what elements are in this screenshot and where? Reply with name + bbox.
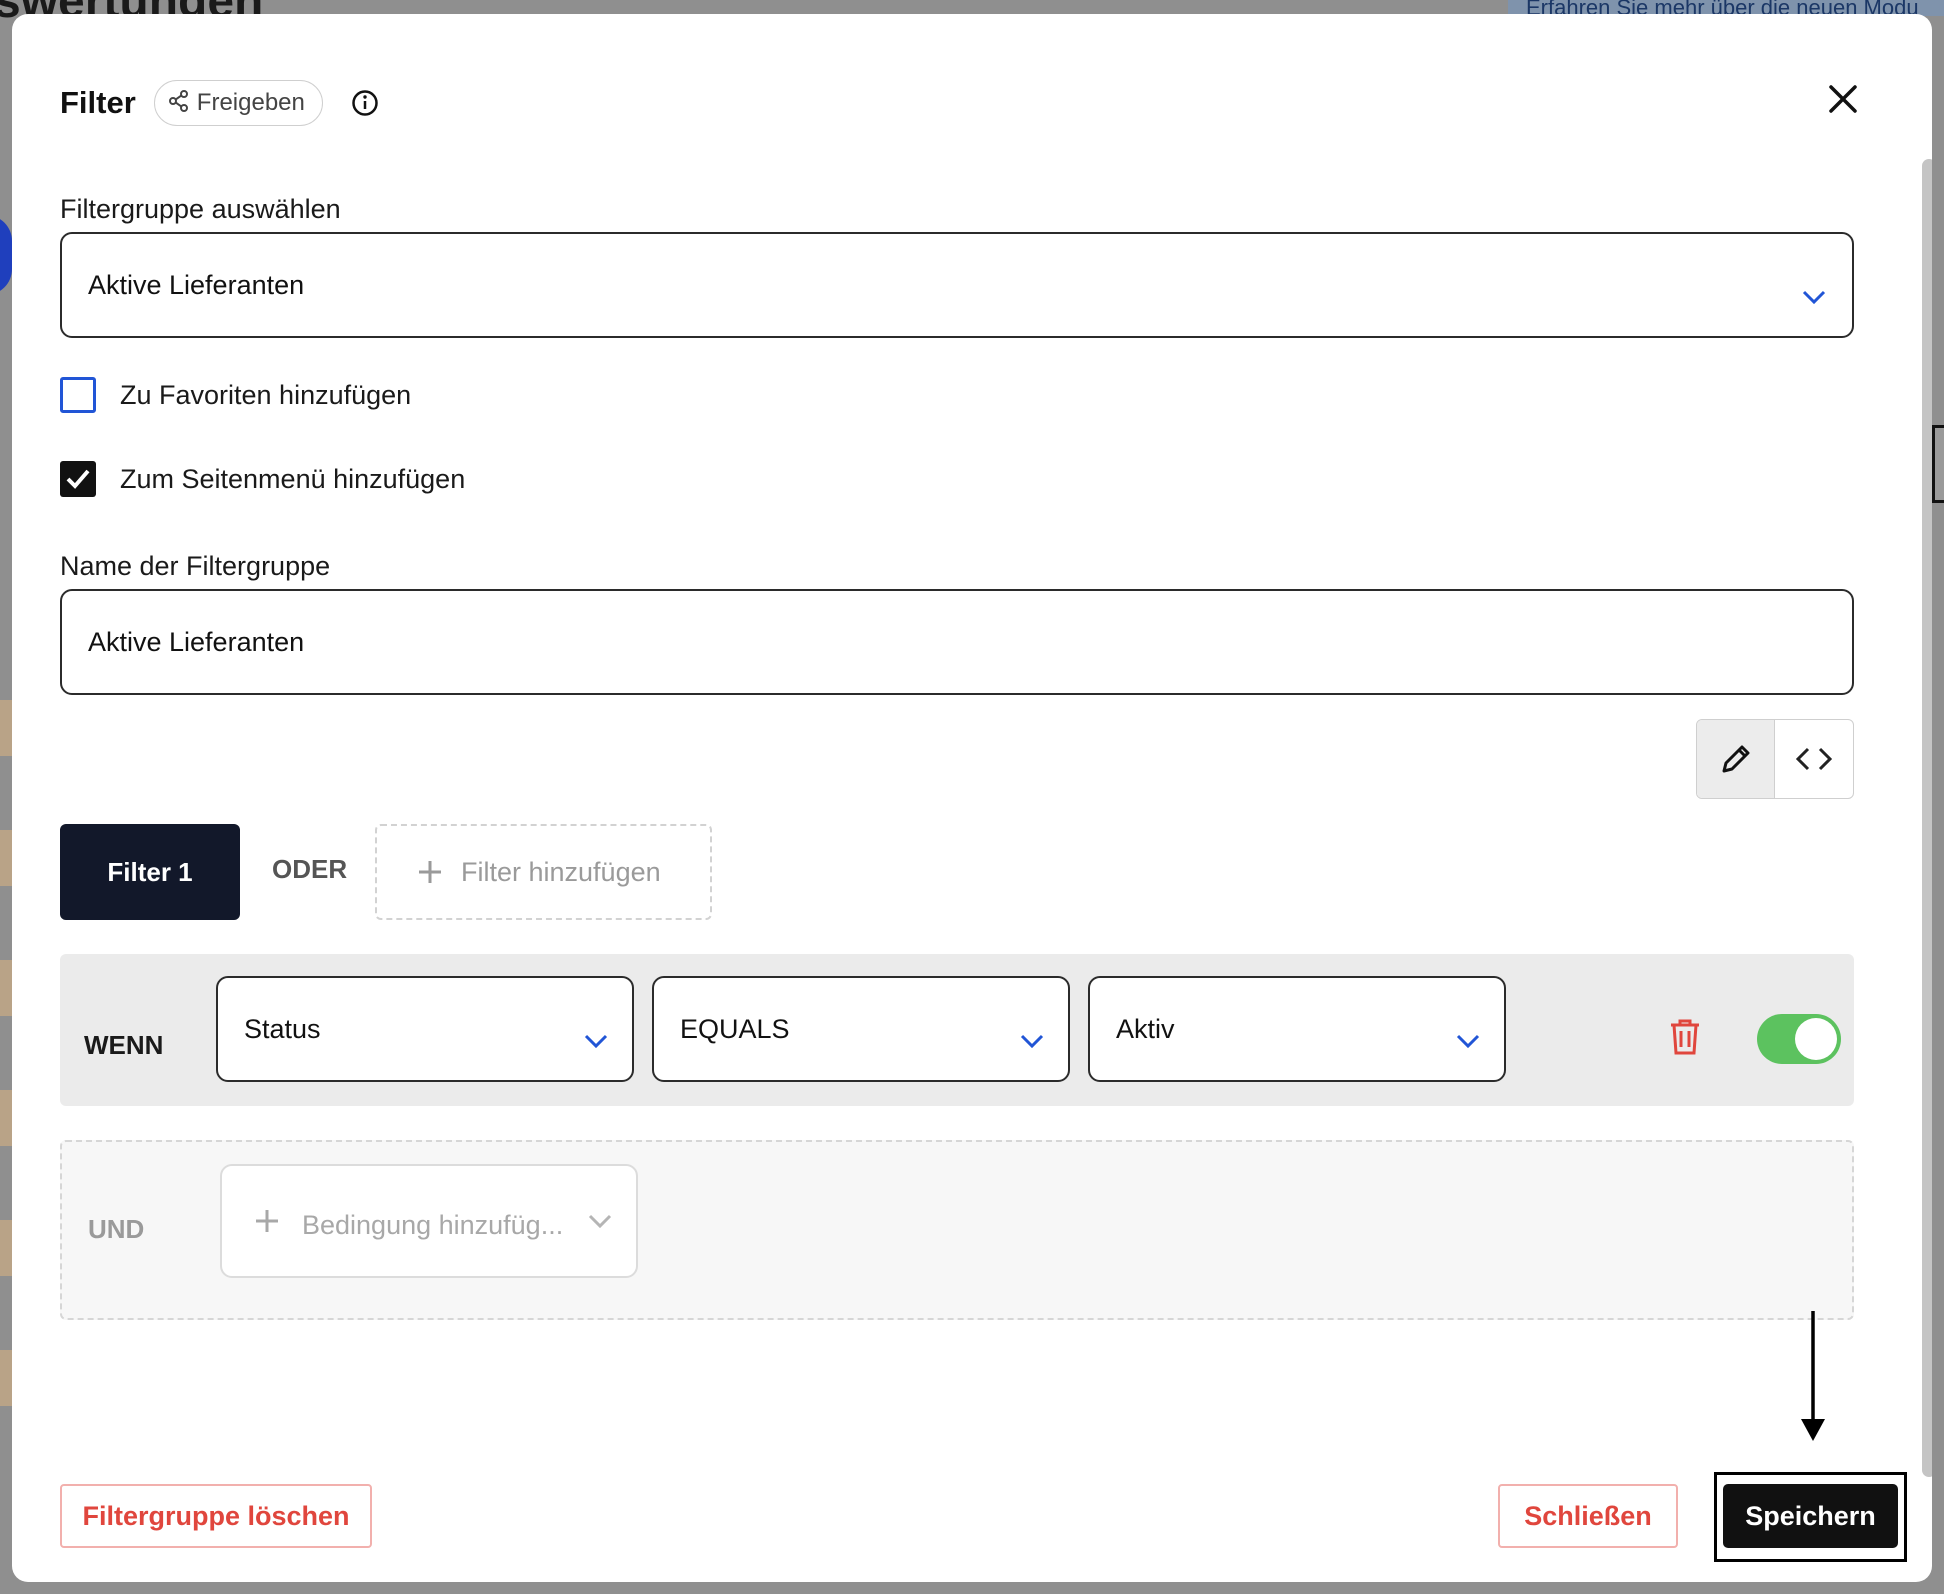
add-condition-select[interactable]: Bedingung hinzufüg... (220, 1164, 638, 1278)
filtergroup-name-label: Name der Filtergruppe (60, 551, 331, 581)
background-row-tag (0, 830, 12, 886)
close-button[interactable]: Schließen (1498, 1484, 1678, 1548)
sidemenu-checkbox-label: Zum Seitenmenü hinzufügen (120, 463, 466, 494)
add-filter-button[interactable]: Filter hinzufügen (375, 824, 712, 920)
chevron-down-icon (1802, 280, 1826, 311)
condition-operator-value: EQUALS (680, 1013, 790, 1044)
chevron-down-icon (1020, 1024, 1044, 1055)
or-separator: ODER (272, 854, 348, 884)
condition-keyword: WENN (84, 1030, 164, 1060)
condition-value-value: Aktiv (1116, 1013, 1175, 1044)
background-avatar (0, 215, 12, 295)
editor-mode-toggle (1696, 719, 1854, 799)
filter-dialog: Filter Freigeben Filtergruppe auswählen … (12, 14, 1932, 1582)
share-icon (168, 89, 189, 117)
condition-operator-select[interactable]: EQUALS (652, 976, 1070, 1082)
sidemenu-checkbox-row[interactable]: Zum Seitenmenü hinzufügen (60, 461, 465, 497)
condition-field-value: Status (244, 1013, 321, 1044)
dialog-header: Filter Freigeben (60, 78, 379, 128)
favorites-checkbox-label: Zu Favoriten hinzufügen (120, 379, 412, 410)
filtergroup-name-input[interactable]: Aktive Lieferanten (60, 589, 1854, 695)
plus-icon (419, 861, 441, 883)
background-row-tag (0, 1220, 12, 1276)
pencil-icon (1722, 745, 1749, 773)
condition-value-select[interactable]: Aktiv (1088, 976, 1506, 1082)
plus-icon (254, 1208, 280, 1239)
condition-field-select[interactable]: Status (216, 976, 634, 1082)
filtergroup-select-label: Filtergruppe auswählen (60, 194, 341, 224)
toggle-knob (1795, 1018, 1837, 1060)
save-button[interactable]: Speichern (1723, 1484, 1898, 1548)
favorites-checkbox-row[interactable]: Zu Favoriten hinzufügen (60, 377, 411, 413)
filtergroup-select-value: Aktive Lieferanten (88, 269, 305, 300)
share-button-label: Freigeben (196, 89, 305, 116)
condition-enabled-toggle[interactable] (1757, 1014, 1841, 1064)
sidemenu-checkbox[interactable] (60, 461, 96, 497)
tab-filter-1[interactable]: Filter 1 (60, 824, 240, 920)
add-filter-label: Filter hinzufügen (461, 856, 661, 887)
share-button[interactable]: Freigeben (153, 80, 323, 126)
arrow-down-annotation-icon (1798, 1311, 1828, 1448)
background-row-tag (0, 1090, 12, 1146)
and-keyword: UND (88, 1214, 145, 1244)
scrollbar-thumb[interactable] (1922, 159, 1932, 1477)
info-icon[interactable] (351, 89, 379, 117)
chevron-down-icon (584, 1024, 608, 1055)
favorites-checkbox[interactable] (60, 377, 96, 413)
code-mode-button[interactable] (1775, 720, 1853, 798)
code-icon (1795, 747, 1833, 771)
chevron-down-icon (588, 1214, 612, 1233)
background-edge-control (1932, 425, 1944, 503)
filtergroup-select[interactable]: Aktive Lieferanten (60, 232, 1854, 338)
background-row-tag (0, 1350, 12, 1406)
checkmark-icon (66, 469, 90, 489)
background-row-tag (0, 960, 12, 1016)
filtergroup-name-value: Aktive Lieferanten (88, 626, 305, 657)
visual-edit-mode-button[interactable] (1697, 720, 1775, 798)
add-condition-placeholder: Bedingung hinzufüg... (302, 1210, 564, 1240)
delete-condition-trash-icon[interactable] (1669, 1018, 1701, 1061)
chevron-down-icon (1456, 1024, 1480, 1055)
background-row-tag (0, 700, 12, 756)
dialog-title: Filter (60, 85, 136, 120)
close-icon[interactable] (1828, 84, 1858, 119)
delete-filtergroup-button[interactable]: Filtergruppe löschen (60, 1484, 372, 1548)
